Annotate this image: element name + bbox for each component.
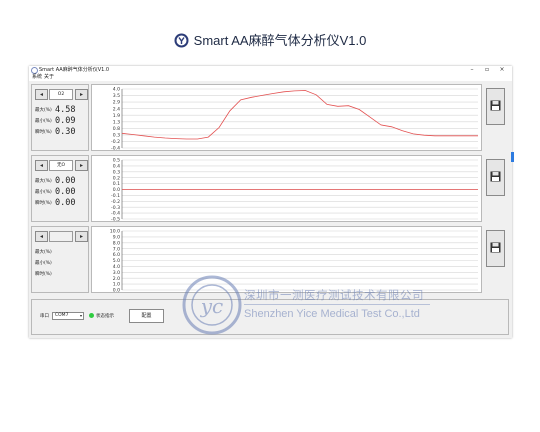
max-value: 0.00 xyxy=(55,176,76,186)
y-tick-label: 7.0 xyxy=(113,246,120,252)
max-label: 最大(%) xyxy=(35,179,52,184)
y-tick-label: 6.0 xyxy=(113,252,120,258)
y-tick-label: 4.0 xyxy=(113,264,120,270)
page-title-text: Smart AA麻醉气体分析仪V1.0 xyxy=(193,33,367,48)
y-tick-label: -0.5 xyxy=(111,217,120,223)
prev-gas-button[interactable]: ◂ xyxy=(35,160,48,171)
y-tick-label: 8.0 xyxy=(113,240,120,246)
instant-label: 瞬时(%) xyxy=(35,130,52,135)
menu-system[interactable]: 系统 xyxy=(32,74,42,81)
y-tick-label: -0.3 xyxy=(111,205,120,211)
y-tick-label: 0.8 xyxy=(113,126,120,132)
instant-value: 0.00 xyxy=(55,198,76,208)
watermark-en: Shenzhen Yice Medical Test Co.,Ltd xyxy=(244,308,420,320)
svg-text:yc: yc xyxy=(200,294,224,318)
prev-gas-button[interactable]: ◂ xyxy=(35,89,48,100)
channel-2-controls: ◂ 无O ▸ 最大(%) 0.00 最小(%) 0.00 瞬时(%) 0.00 xyxy=(31,155,89,222)
company-seal-logo: yc xyxy=(182,275,242,335)
y-tick-label: 9.0 xyxy=(113,235,120,241)
window-titlebar: Smart AA麻醉气体分析仪V1.0 – ▫ × xyxy=(29,66,512,74)
max-value: 4.58 xyxy=(55,105,76,115)
y-tick-label: 10.0 xyxy=(110,229,120,235)
y-tick-label: 0.3 xyxy=(113,169,120,175)
channel-1-controls: ◂ O2 ▸ 最大(%) 4.58 最小(%) 0.09 瞬时(%) 0.30 xyxy=(31,84,89,151)
window-title: Smart AA麻醉气体分析仪V1.0 xyxy=(39,67,110,73)
max-label: 最大(%) xyxy=(35,250,52,255)
y-tick-label: -0.2 xyxy=(111,199,120,205)
save-button[interactable] xyxy=(486,88,505,125)
save-button[interactable] xyxy=(486,230,505,267)
y-tick-label: 1.0 xyxy=(113,282,120,288)
y-tick-label: 0.3 xyxy=(113,132,120,138)
channel-1: ◂ O2 ▸ 最大(%) 4.58 最小(%) 0.09 瞬时(%) 0.30 … xyxy=(31,84,509,152)
y-tick-label: 3.5 xyxy=(113,93,120,99)
min-value: 0.00 xyxy=(55,187,76,197)
watermark-divider xyxy=(244,304,430,305)
y-tick-label: 0.5 xyxy=(113,158,120,164)
page-title: Smart AA麻醉气体分析仪V1.0 xyxy=(0,30,540,49)
maximize-button[interactable]: ▫ xyxy=(482,66,492,74)
gas-select-field[interactable]: 无O xyxy=(49,160,73,171)
menu-about[interactable]: 关于 xyxy=(44,74,54,81)
save-icon xyxy=(490,242,501,253)
app-logo-icon xyxy=(174,33,189,48)
status-label: 状态指示 xyxy=(96,314,114,319)
y-tick-label: 0.4 xyxy=(113,164,120,170)
y-tick-label: -0.1 xyxy=(111,193,120,199)
port-label: 串口 xyxy=(40,314,49,319)
y-tick-label: 1.3 xyxy=(113,119,120,125)
watermark-cn: 深圳市一测医疗测试技术有限公司 xyxy=(244,288,424,302)
status-indicator-icon xyxy=(89,313,94,318)
y-tick-label: -0.4 xyxy=(111,146,120,152)
y-tick-label: 2.0 xyxy=(113,276,120,282)
port-select-value: COM7 xyxy=(55,313,69,318)
next-gas-button[interactable]: ▸ xyxy=(75,231,88,242)
y-tick-label: -0.4 xyxy=(111,211,120,217)
y-tick-label: 0.0 xyxy=(113,187,120,193)
y-tick-label: 1.9 xyxy=(113,113,120,119)
next-gas-button[interactable]: ▸ xyxy=(75,160,88,171)
save-icon xyxy=(490,100,501,111)
channel-3-controls: ◂ ▸ 最大(%) 最小(%) 瞬时(%) xyxy=(31,226,89,293)
y-tick-label: -0.2 xyxy=(111,139,120,145)
max-label: 最大(%) xyxy=(35,108,52,113)
instant-label: 瞬时(%) xyxy=(35,272,52,277)
save-icon xyxy=(490,171,501,182)
config-button[interactable]: 配置 xyxy=(129,309,164,323)
y-tick-label: 2.9 xyxy=(113,100,120,106)
y-tick-label: 2.4 xyxy=(113,106,120,112)
min-label: 最小(%) xyxy=(35,261,52,266)
watermark: yc 深圳市一测医疗测试技术有限公司 Shenzhen Yice Medical… xyxy=(182,275,437,337)
minimize-button[interactable]: – xyxy=(467,66,477,74)
instant-label: 瞬时(%) xyxy=(35,201,52,206)
chevron-down-icon: ▾ xyxy=(79,313,82,318)
save-button[interactable] xyxy=(486,159,505,196)
channel-1-chart: 4.0 3.5 2.9 2.4 1.9 1.3 0.8 0.3 -0.2 -0.4 xyxy=(91,84,482,152)
y-tick-label: 0.0 xyxy=(113,288,120,294)
channel-2-chart: 0.5 0.4 0.3 0.2 0.1 0.0 -0.1 -0.2 -0.3 -0.4 -0.5 xyxy=(91,155,482,223)
menubar: 系统 关于 xyxy=(29,74,512,81)
gas-select-field[interactable]: O2 xyxy=(49,89,73,100)
series-line xyxy=(121,90,478,140)
min-label: 最小(%) xyxy=(35,190,52,195)
min-value: 0.09 xyxy=(55,116,76,126)
y-tick-label: 4.0 xyxy=(113,87,120,93)
channel-2: ◂ 无O ▸ 最大(%) 0.00 最小(%) 0.00 瞬时(%) 0.00 … xyxy=(31,155,509,223)
y-tick-label: 0.2 xyxy=(113,175,120,181)
gas-select-field[interactable] xyxy=(49,231,73,242)
min-label: 最小(%) xyxy=(35,119,52,124)
scrollbar-marker xyxy=(511,152,514,162)
close-button[interactable]: × xyxy=(497,66,507,74)
y-tick-label: 0.1 xyxy=(113,181,120,187)
instant-value: 0.30 xyxy=(55,127,76,137)
prev-gas-button[interactable]: ◂ xyxy=(35,231,48,242)
y-tick-label: 3.0 xyxy=(113,270,120,276)
app-icon xyxy=(31,67,38,74)
port-select[interactable]: COM7 ▾ xyxy=(52,312,84,320)
y-tick-label: 5.0 xyxy=(113,258,120,264)
next-gas-button[interactable]: ▸ xyxy=(75,89,88,100)
